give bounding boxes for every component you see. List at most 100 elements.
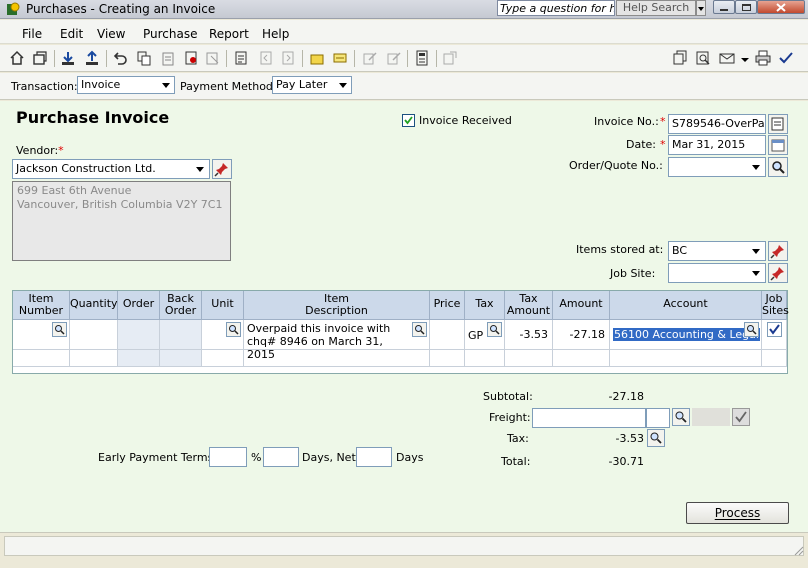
recall-icon[interactable] (160, 50, 176, 66)
edit-icon[interactable] (362, 50, 378, 66)
discount-days-field[interactable] (263, 447, 299, 467)
cell-unit[interactable] (202, 320, 244, 350)
order-quote-select[interactable] (668, 157, 766, 177)
invoice-no-field[interactable]: S789546-OverPay (668, 114, 766, 134)
cell-item-number[interactable] (13, 320, 70, 350)
invoice-number-button[interactable] (768, 114, 788, 134)
close-window-button[interactable] (757, 0, 805, 14)
menu-view[interactable]: View (97, 27, 125, 41)
menu-purchase[interactable]: Purchase (143, 27, 198, 41)
journal-icon[interactable] (672, 50, 688, 66)
col-header-amount[interactable]: Amount (553, 291, 610, 320)
net-days-field[interactable] (356, 447, 392, 467)
previous-icon[interactable] (258, 50, 274, 66)
vendor-select[interactable]: Jackson Construction Ltd. (12, 159, 210, 179)
freight-tax-lookup-button[interactable] (672, 408, 690, 426)
transaction-select[interactable]: Invoice (77, 76, 175, 94)
upload-icon[interactable] (84, 50, 100, 66)
cell-tax[interactable]: GP (465, 320, 505, 350)
cell-tax-amount[interactable]: -3.53 (505, 320, 553, 350)
cell-amount[interactable]: -27.18 (553, 320, 610, 350)
empty-cell[interactable] (70, 350, 118, 367)
freight-amount-field[interactable] (532, 408, 646, 428)
search-icon[interactable] (744, 322, 759, 337)
maximize-button[interactable] (735, 0, 757, 14)
cell-description[interactable]: Overpaid this invoice with chq# 8946 on … (244, 320, 430, 361)
job-site-pin-button[interactable] (768, 263, 788, 283)
help-question-input[interactable]: Type a question for help (497, 0, 615, 16)
help-dropdown-button[interactable] (696, 0, 706, 16)
vendor-icon[interactable] (32, 50, 48, 66)
table-row[interactable]: Overpaid this invoice with chq# 8946 on … (13, 320, 787, 361)
empty-cell[interactable] (553, 350, 610, 367)
search-icon[interactable] (226, 322, 241, 337)
quick-add-icon[interactable] (332, 50, 348, 66)
calculator-icon[interactable] (414, 50, 430, 66)
note-icon[interactable] (233, 50, 249, 66)
empty-cell[interactable] (13, 350, 70, 367)
col-header-quantity[interactable]: Quantity (70, 291, 118, 320)
empty-cell[interactable] (505, 350, 553, 367)
preview-icon[interactable] (695, 50, 711, 66)
search-icon[interactable] (52, 322, 67, 337)
empty-cell[interactable] (465, 350, 505, 367)
home-icon[interactable] (9, 50, 25, 66)
col-header-tax-amount[interactable]: Tax Amount (505, 291, 553, 320)
col-header-price[interactable]: Price (430, 291, 465, 320)
search-icon[interactable] (412, 322, 427, 337)
refresh-icon[interactable] (442, 50, 458, 66)
email-icon[interactable] (719, 50, 735, 66)
calendar-button[interactable] (768, 135, 788, 155)
cell-account[interactable]: 56100 Accounting & Legal (610, 320, 762, 350)
fill-icon[interactable] (309, 50, 325, 66)
col-header-account[interactable]: Account (610, 291, 762, 320)
freight-distribute-button[interactable] (732, 408, 750, 426)
job-sites-check-icon[interactable] (767, 322, 782, 337)
lookup-icon[interactable] (183, 50, 199, 66)
menu-report[interactable]: Report (209, 27, 249, 41)
empty-cell[interactable] (202, 350, 244, 367)
col-header-item-number[interactable]: Item Number (13, 291, 70, 320)
invoice-received-checkbox[interactable] (402, 114, 415, 127)
empty-cell[interactable] (610, 350, 762, 367)
date-field[interactable]: Mar 31, 2015 (668, 135, 766, 155)
payment-method-select[interactable]: Pay Later (272, 76, 352, 94)
vendor-pin-button[interactable] (212, 159, 232, 179)
empty-cell[interactable] (762, 350, 787, 367)
copy-icon[interactable] (136, 50, 152, 66)
cell-job-sites[interactable] (762, 320, 787, 350)
col-header-back-order[interactable]: Back Order (160, 291, 202, 320)
menu-help[interactable]: Help (262, 27, 289, 41)
search-icon[interactable] (487, 322, 502, 337)
process-button[interactable]: Process (686, 502, 789, 524)
items-stored-pin-button[interactable] (768, 241, 788, 261)
items-stored-select[interactable]: BC (668, 241, 766, 261)
col-header-order[interactable]: Order (118, 291, 160, 320)
checkmark-icon[interactable] (778, 50, 794, 66)
col-header-job-sites[interactable]: Job Sites (762, 291, 789, 320)
menu-file[interactable]: File (22, 27, 42, 41)
account-value[interactable]: 56100 Accounting & Legal (613, 328, 760, 341)
minimize-button[interactable] (713, 0, 735, 14)
order-quote-lookup-button[interactable] (768, 157, 788, 177)
col-header-unit[interactable]: Unit (202, 291, 244, 320)
col-header-description[interactable]: Item Description (244, 291, 430, 320)
freight-tax-code-field[interactable] (646, 408, 670, 428)
tax-detail-button[interactable] (647, 429, 665, 447)
resize-grip-icon[interactable] (792, 544, 804, 556)
cell-quantity[interactable] (70, 320, 118, 350)
email-dropdown-icon[interactable] (741, 58, 749, 63)
adjust-icon[interactable] (386, 50, 402, 66)
discount-percent-field[interactable] (209, 447, 247, 467)
empty-cell[interactable] (430, 350, 465, 367)
track-icon[interactable] (205, 50, 221, 66)
job-site-select[interactable] (668, 263, 766, 283)
print-icon[interactable] (755, 50, 771, 66)
cell-price[interactable] (430, 320, 465, 350)
menu-edit[interactable]: Edit (60, 27, 83, 41)
table-row[interactable] (13, 350, 787, 367)
save-icon[interactable] (60, 50, 76, 66)
col-header-tax[interactable]: Tax (465, 291, 505, 320)
next-icon[interactable] (280, 50, 296, 66)
undo-icon[interactable] (112, 50, 128, 66)
